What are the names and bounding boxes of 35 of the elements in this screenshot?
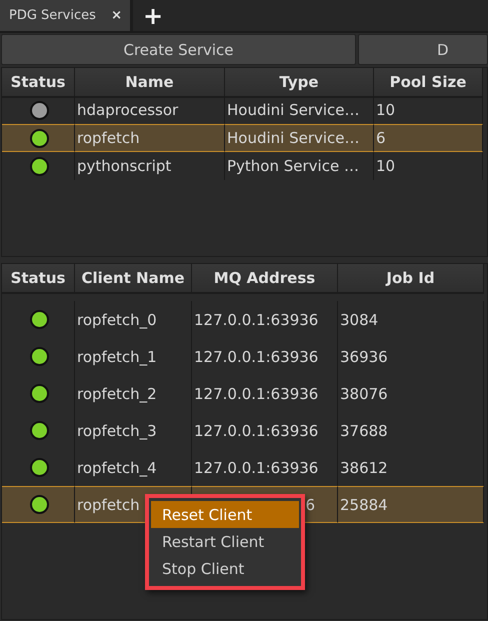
table-cell: 38076: [338, 375, 484, 412]
table-cell: 25884: [338, 486, 484, 523]
table-cell: 37688: [338, 412, 484, 449]
table-cell: 127.0.0.1:63936: [192, 375, 338, 412]
table-cell: 127.0.0.1:63936: [192, 412, 338, 449]
table-cell: 6: [374, 124, 483, 152]
column-header[interactable]: MQ Address: [192, 264, 338, 294]
toolbar-button[interactable]: D: [358, 34, 488, 65]
table-cell: pythonscript: [75, 152, 225, 180]
create-service-button[interactable]: Create Service: [1, 34, 356, 65]
table-cell: 127.0.0.1:63936: [192, 301, 338, 338]
table-cell: 36936: [338, 338, 484, 375]
table-cell: 10: [374, 152, 483, 180]
table-cell: ropfetch_3: [75, 412, 192, 449]
table-cell: ropfetch: [75, 124, 225, 152]
menu-item[interactable]: Stop Client: [151, 555, 299, 582]
column-header[interactable]: Status: [2, 264, 75, 294]
menu-item[interactable]: Reset Client: [151, 501, 299, 528]
table-cell: ropfetch_1: [75, 338, 192, 375]
column-header[interactable]: Status: [2, 68, 75, 98]
column-header[interactable]: Client Name: [75, 264, 192, 294]
add-tab-button[interactable]: +: [143, 4, 164, 28]
table-cell: 3084: [338, 301, 484, 338]
column-header[interactable]: Name: [75, 68, 225, 98]
close-button[interactable]: ×: [111, 8, 122, 23]
table-cell: Python Service …: [225, 152, 374, 180]
table-cell: ropfetch_0: [75, 301, 192, 338]
column-header[interactable]: Job Id: [338, 264, 484, 294]
tab[interactable]: PDG Services ×: [0, 0, 133, 31]
table-cell: ropfetch_2: [75, 375, 192, 412]
table-cell: 127.0.0.1:63936: [192, 338, 338, 375]
menu-item[interactable]: Restart Client: [151, 528, 299, 555]
column-header[interactable]: Pool Size: [374, 68, 483, 98]
table-cell: Houdini Service…: [225, 124, 374, 152]
column-header[interactable]: Type: [225, 68, 374, 98]
